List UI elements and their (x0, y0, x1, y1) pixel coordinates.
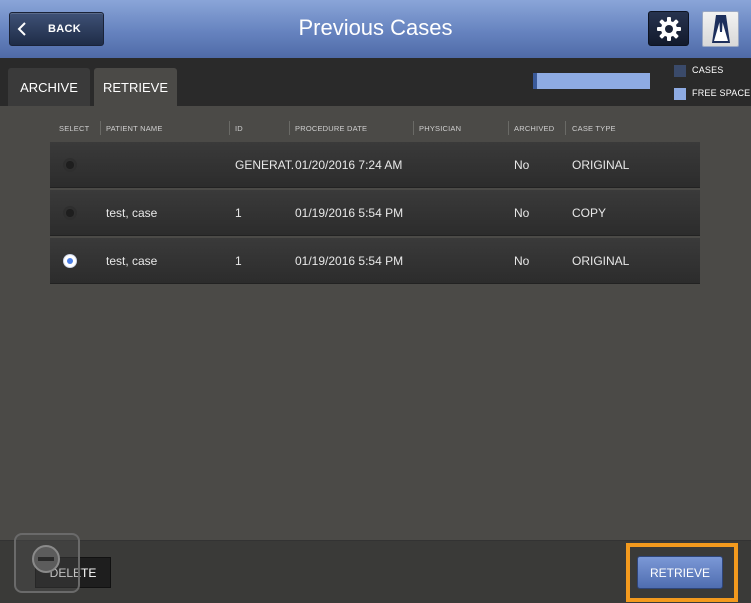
storage-usage-bar (533, 73, 650, 89)
app-header: BACK Previous Cases (0, 0, 751, 58)
cell-archived: No (514, 206, 530, 220)
row-select-radio[interactable] (63, 206, 77, 220)
cell-case-type: ORIGINAL (572, 158, 630, 172)
tab-retrieve[interactable]: RETRIEVE (94, 68, 177, 106)
footer-toolbar: DELETE RETRIEVE (0, 533, 751, 603)
column-header-patient-name: PATIENT NAME (106, 124, 163, 133)
cell-id: 1 (235, 254, 242, 268)
legend-cases-swatch (674, 65, 686, 77)
column-separator (100, 121, 101, 135)
column-separator (289, 121, 290, 135)
cell-procedure-date: 01/20/2016 7:24 AM (295, 158, 403, 172)
column-separator (229, 121, 230, 135)
column-header-archived: ARCHIVED (514, 124, 555, 133)
column-header-select: SELECT (59, 124, 90, 133)
cell-id: GENERAT... (235, 158, 293, 172)
cell-procedure-date: 01/19/2016 5:54 PM (295, 206, 404, 220)
brand-logo-button[interactable] (702, 11, 739, 47)
legend-free-space-swatch (674, 88, 686, 100)
gear-icon (657, 17, 681, 41)
column-header-id: ID (235, 124, 243, 133)
cell-case-type: COPY (572, 206, 607, 220)
column-separator (508, 121, 509, 135)
column-header-procedure-date: PROCEDURE DATE (295, 124, 368, 133)
column-separator (413, 121, 414, 135)
cell-physician (419, 142, 509, 188)
retrieve-button[interactable]: RETRIEVE (637, 556, 723, 589)
table-row[interactable]: GENERAT... 01/20/2016 7:24 AM No ORIGINA… (50, 142, 700, 188)
page-title: Previous Cases (298, 15, 453, 40)
legend-free-space-label: FREE SPACE (692, 88, 751, 98)
cell-physician (419, 238, 509, 284)
cell-procedure-date: 01/19/2016 5:54 PM (295, 254, 404, 268)
delete-overlay-badge (14, 533, 80, 593)
row-select-radio[interactable] (63, 158, 77, 172)
tab-archive[interactable]: ARCHIVE (8, 68, 90, 106)
column-separator (565, 121, 566, 135)
cell-case-type: ORIGINAL (572, 254, 630, 268)
tab-bar: ARCHIVE RETRIEVE CASES FREE SPACE (0, 58, 751, 106)
legend-cases-label: CASES (692, 65, 724, 75)
column-header-physician: PHYSICIAN (419, 124, 462, 133)
column-header-case-type: CASE TYPE (572, 124, 616, 133)
settings-button[interactable] (648, 11, 689, 46)
brand-logo-icon (712, 15, 730, 43)
row-select-radio-selected[interactable] (63, 254, 77, 268)
cell-archived: No (514, 158, 530, 172)
table-row[interactable]: test, case 1 01/19/2016 5:54 PM No COPY (50, 190, 700, 236)
cell-id: 1 (235, 206, 242, 220)
cell-patient-name (106, 142, 226, 188)
cell-patient-name: test, case (106, 206, 158, 220)
cell-archived: No (514, 254, 530, 268)
table-row[interactable]: test, case 1 01/19/2016 5:54 PM No ORIGI… (50, 238, 700, 284)
cell-patient-name: test, case (106, 254, 158, 268)
minus-circle-icon (32, 545, 60, 573)
cell-physician (419, 190, 509, 236)
